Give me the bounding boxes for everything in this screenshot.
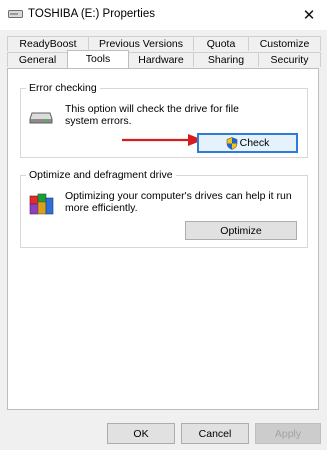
ok-button-label: OK: [133, 427, 149, 440]
tab-label: Security: [270, 54, 309, 66]
ok-button[interactable]: OK: [107, 423, 175, 444]
error-checking-description-line1: This option will check the drive for fil…: [65, 103, 239, 115]
tab-tools[interactable]: Tools: [67, 50, 129, 68]
title-bar: TOSHIBA (E:) Properties ✕: [0, 0, 327, 30]
optimize-button[interactable]: Optimize: [185, 221, 297, 240]
tab-readyboost[interactable]: ReadyBoost: [7, 36, 89, 51]
cancel-button[interactable]: Cancel: [181, 423, 249, 444]
uac-shield-icon: [226, 136, 237, 150]
tab-customize[interactable]: Customize: [248, 36, 321, 51]
tab-label: Tools: [85, 53, 111, 65]
tools-panel: Error checking This option will check th…: [7, 68, 319, 410]
check-button-label: Check: [239, 137, 270, 149]
check-button[interactable]: Check: [197, 133, 298, 153]
apply-button[interactable]: Apply: [255, 423, 321, 444]
error-checking-title: Error checking: [26, 82, 100, 94]
tab-quota[interactable]: Quota: [193, 36, 249, 51]
tab-label: Hardware: [138, 54, 184, 66]
red-arrow-icon: [122, 134, 203, 146]
optimize-button-label: Optimize: [220, 224, 262, 237]
optimize-title: Optimize and defragment drive: [26, 169, 176, 181]
cancel-button-label: Cancel: [198, 427, 232, 440]
drive-icon: [8, 10, 23, 18]
tab-label: Customize: [259, 38, 310, 50]
close-button[interactable]: ✕: [291, 0, 327, 30]
drive-icon: [29, 112, 53, 124]
close-icon: ✕: [302, 7, 316, 24]
tab-general[interactable]: General: [7, 52, 68, 67]
tab-label: Sharing: [207, 54, 245, 66]
tab-label: Previous Versions: [98, 38, 184, 50]
tab-hardware[interactable]: Hardware: [128, 52, 194, 67]
tab-label: General: [18, 54, 57, 66]
optimize-group: Optimize and defragment drive Optimizing…: [20, 169, 308, 248]
tab-previous-versions[interactable]: Previous Versions: [88, 36, 194, 51]
tab-label: Quota: [206, 38, 236, 50]
window-title: TOSHIBA (E:) Properties: [28, 8, 155, 20]
optimize-description-line1: Optimizing your computer's drives can he…: [65, 190, 292, 202]
tab-sharing[interactable]: Sharing: [193, 52, 259, 67]
tab-label: ReadyBoost: [19, 38, 77, 50]
tab-strip: ReadyBoost Previous Versions Quota Custo…: [0, 32, 327, 70]
apply-button-label: Apply: [274, 427, 302, 440]
tab-security[interactable]: Security: [258, 52, 321, 67]
defrag-icon: [29, 193, 54, 215]
error-checking-group: Error checking This option will check th…: [20, 82, 308, 158]
error-checking-description-line2: system errors.: [65, 115, 132, 127]
optimize-description-line2: more efficiently.: [65, 202, 138, 214]
